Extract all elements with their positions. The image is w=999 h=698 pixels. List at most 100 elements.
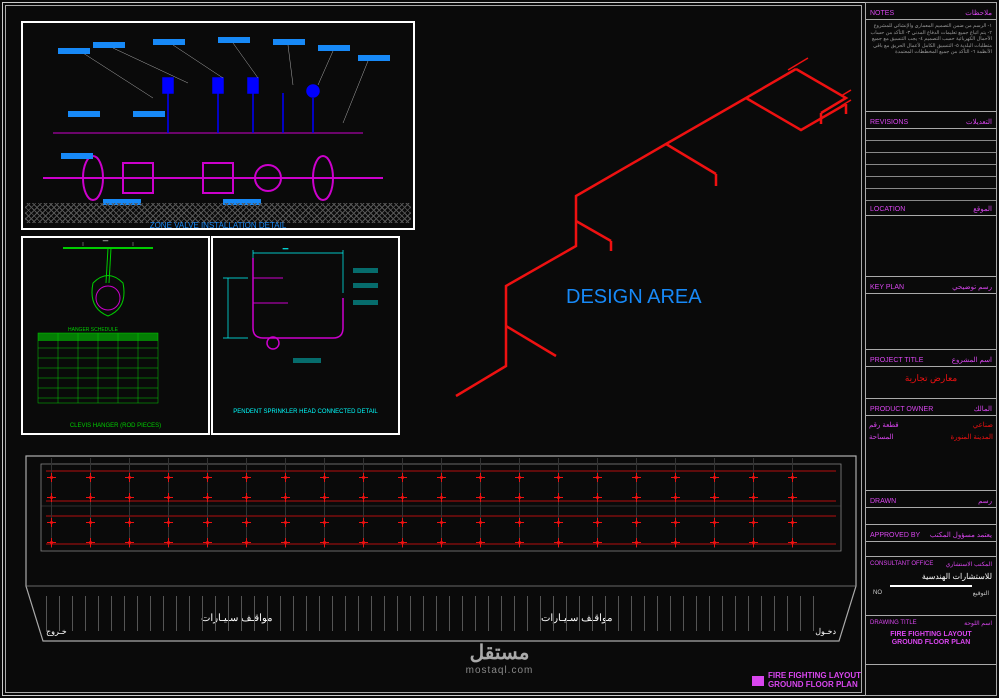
hanger-schedule-label: HANGER SCHEDULE [68, 327, 119, 333]
sprinkler [206, 476, 209, 479]
revisions-table [866, 129, 996, 199]
legend-swatch [752, 676, 764, 686]
sprinkler [362, 541, 365, 544]
sprinkler [206, 496, 209, 499]
sprinkler [557, 496, 560, 499]
clevis-hanger-svg: — HANGER SCHEDULE [23, 238, 208, 433]
sprinkler [245, 476, 248, 479]
sprinkler [167, 541, 170, 544]
title-block: NOTESملاحظات ١- الرسم من ضمن التصميم الم… [865, 2, 997, 696]
sprinkler [791, 521, 794, 524]
owner-box: قطعة رقمصناعي المساحةالمدينة المنورة [866, 416, 996, 491]
sprinkler [167, 496, 170, 499]
sprinkler [596, 476, 599, 479]
sprinkler [596, 521, 599, 524]
sprinkler [206, 521, 209, 524]
svg-text:—: — [103, 238, 108, 244]
sprinkler [752, 476, 755, 479]
entry-label: دخـول [815, 627, 836, 636]
sprinkler [50, 476, 53, 479]
drawing-title-box: DRAWING TITLEاسم اللوحة FIRE FIGHTING LA… [866, 616, 996, 665]
sprinkler [284, 521, 287, 524]
sprinkler [284, 496, 287, 499]
sprinkler [167, 476, 170, 479]
sprinkler [518, 521, 521, 524]
sprinkler [791, 541, 794, 544]
sprinkler [635, 496, 638, 499]
sprinkler [479, 541, 482, 544]
sprinkler [284, 541, 287, 544]
sprinkler [401, 521, 404, 524]
sprinkler [518, 541, 521, 544]
sprinkler [674, 521, 677, 524]
sprinkler [362, 521, 365, 524]
sprinkler [89, 476, 92, 479]
sprinkler [479, 476, 482, 479]
pendant-title: PENDENT SPRINKLER HEAD CONNECTED DETAIL [233, 409, 377, 415]
sprinkler [713, 541, 716, 544]
isometric-piping [426, 36, 866, 416]
sprinkler [206, 541, 209, 544]
keyplan-box [866, 294, 996, 350]
zone-valve-schematic [23, 23, 413, 228]
sprinkler [674, 476, 677, 479]
sprinkler [596, 541, 599, 544]
sprinkler [128, 521, 131, 524]
sprinkler [440, 496, 443, 499]
project-name: معارض تجارية [866, 367, 996, 399]
sprinkler [518, 476, 521, 479]
svg-text:—: — [283, 246, 288, 252]
sprinkler [401, 476, 404, 479]
sprinkler [479, 496, 482, 499]
sprinkler [50, 541, 53, 544]
sprinkler [440, 476, 443, 479]
sprinkler [713, 476, 716, 479]
clevis-hanger-detail: — HANGER SCHEDULE CLEVIS HANGER (ROD PIE… [21, 236, 210, 435]
sprinkler [518, 496, 521, 499]
sprinkler [362, 496, 365, 499]
sprinkler [89, 541, 92, 544]
sprinkler [401, 496, 404, 499]
sprinkler [440, 521, 443, 524]
parking-label-2: مواقـف سـيـارات [541, 613, 612, 624]
drawing-area: ZONE VALVE INSTALLATION DETAIL — [5, 5, 862, 693]
sprinkler [128, 476, 131, 479]
sprinkler [323, 541, 326, 544]
sprinkler [245, 521, 248, 524]
ground-hatch [25, 203, 411, 223]
parking-label-1: مواقـف سـيـارات [201, 613, 272, 624]
sprinkler [713, 496, 716, 499]
sprinkler [674, 541, 677, 544]
sprinkler [440, 541, 443, 544]
sprinkler [401, 541, 404, 544]
sprinkler [50, 496, 53, 499]
exit-label: خـروج [46, 627, 67, 636]
sprinkler [89, 496, 92, 499]
sprinkler [596, 496, 599, 499]
hanger-title: CLEVIS HANGER (ROD PIECES) [70, 423, 161, 429]
pendant-svg: — [213, 238, 398, 433]
ground-floor-plan: // we'll generate repeated sprinkler + g… [21, 446, 861, 646]
sprinkler [635, 521, 638, 524]
notes-section: ١- الرسم من ضمن التصميم المعماري والإنشا… [866, 20, 996, 112]
sprinkler [713, 521, 716, 524]
watermark: مستقل mostaql.com [466, 640, 534, 676]
sprinkler [323, 521, 326, 524]
sprinkler [752, 496, 755, 499]
sprinkler [128, 496, 131, 499]
sprinkler [752, 521, 755, 524]
sprinkler [791, 476, 794, 479]
plan-legend: FIRE FIGHTING LAYOUTGROUND FLOOR PLAN [752, 672, 861, 690]
sprinkler [674, 496, 677, 499]
design-area-label: DESIGN AREA [566, 286, 702, 309]
sprinkler [635, 541, 638, 544]
sprinkler [284, 476, 287, 479]
sprinkler [323, 476, 326, 479]
zone-valve-detail: ZONE VALVE INSTALLATION DETAIL [21, 21, 415, 230]
sprinkler [557, 521, 560, 524]
sprinkler [557, 541, 560, 544]
zone-valve-title: ZONE VALVE INSTALLATION DETAIL [150, 221, 287, 230]
sprinkler [245, 541, 248, 544]
location-box [866, 216, 996, 277]
sprinkler [167, 521, 170, 524]
